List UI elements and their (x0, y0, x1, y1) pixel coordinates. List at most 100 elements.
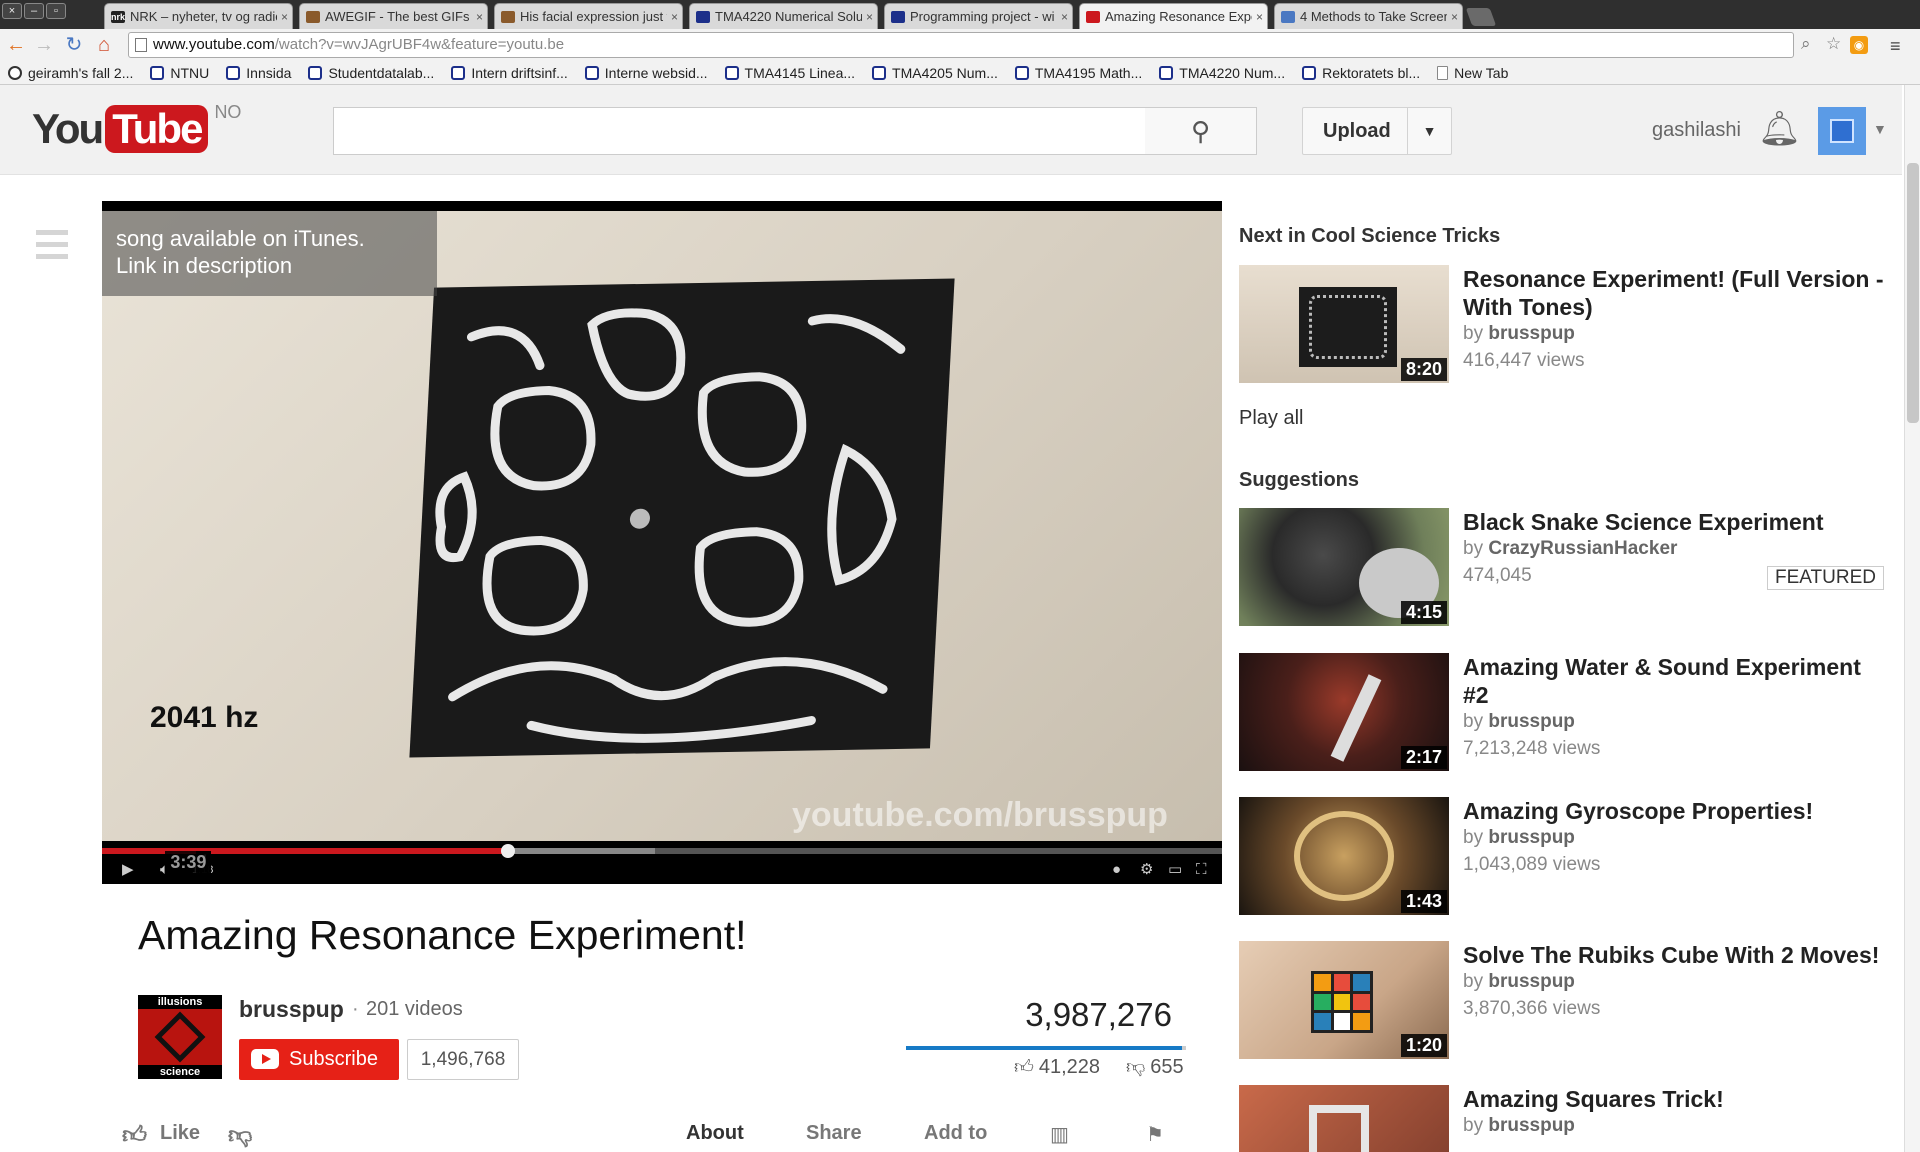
window-minimize-button[interactable]: – (24, 3, 44, 19)
video-title[interactable]: Amazing Gyroscope Properties! (1463, 797, 1889, 825)
suggestion-item[interactable]: 2:17 Amazing Water & Sound Experiment #2… (1239, 653, 1889, 771)
video-thumbnail[interactable]: 4:15 (1239, 508, 1449, 626)
avatar[interactable] (1818, 107, 1866, 155)
tab-close-icon[interactable]: × (476, 10, 483, 24)
video-channel[interactable]: brusspup (1488, 323, 1575, 344)
rss-icon[interactable]: ◉ (1850, 36, 1868, 54)
suggestion-item[interactable]: 4:15 Black Snake Science Experiment by C… (1239, 508, 1889, 626)
upload-button[interactable]: Upload (1323, 108, 1391, 154)
notifications-bell-icon[interactable]: 🔔︎ (1758, 111, 1801, 147)
channel-video-count[interactable]: 201 videos (366, 998, 463, 1021)
forward-arrow-icon[interactable]: → (32, 33, 56, 57)
upload-dropdown-icon[interactable]: ▼ (1407, 108, 1451, 154)
tab-share[interactable]: Share (806, 1122, 862, 1145)
tab-close-icon[interactable]: × (281, 10, 288, 24)
video-channel[interactable]: brusspup (1488, 711, 1575, 732)
browser-tab[interactable]: Amazing Resonance Expe × (1079, 3, 1268, 29)
bookmark-item[interactable]: geiramh's fall 2... (8, 65, 133, 81)
guide-menu-icon[interactable] (36, 230, 68, 266)
search-input[interactable] (334, 108, 1146, 154)
browser-menu-icon[interactable]: ≡ (1890, 36, 1901, 57)
video-channel[interactable]: brusspup (1488, 1115, 1575, 1136)
video-thumbnail[interactable]: 2:17 (1239, 653, 1449, 771)
suggestion-item[interactable]: 1:43 Amazing Gyroscope Properties! by br… (1239, 797, 1889, 915)
window-maximize-button[interactable]: ▫ (46, 3, 66, 19)
video-annotation[interactable]: song available on iTunes. Link in descri… (102, 211, 437, 296)
dislike-count-group[interactable]: 👎︎ 655 (1126, 1056, 1184, 1079)
window-close-button[interactable]: × (2, 3, 22, 19)
next-playlist-heading[interactable]: Next in Cool Science Tricks (1239, 225, 1500, 248)
settings-gear-icon[interactable]: ⚙ (1140, 861, 1153, 879)
page-scrollbar[interactable] (1904, 85, 1920, 1152)
video-title[interactable]: Amazing Water & Sound Experiment #2 (1463, 653, 1889, 709)
dislike-thumb-icon[interactable]: 👎︎ (228, 1122, 252, 1150)
video-thumbnail[interactable]: 1:20 (1239, 941, 1449, 1059)
video-title[interactable]: Solve The Rubiks Cube With 2 Moves! (1463, 941, 1889, 969)
tab-close-icon[interactable]: × (1061, 10, 1068, 24)
bookmark-item[interactable]: Intern driftsinf... (451, 65, 568, 81)
tab-close-icon[interactable]: × (1256, 10, 1263, 24)
bookmark-item[interactable]: Interne websid... (584, 65, 708, 81)
bookmark-star-icon[interactable]: ☆ (1826, 32, 1841, 56)
username[interactable]: gashilashi (1652, 119, 1741, 142)
browser-tab[interactable]: AWEGIF - The best GIFs on × (299, 3, 488, 29)
like-count-group[interactable]: 👍︎ 41,228 (1014, 1056, 1100, 1079)
bookmark-item[interactable]: NTNU (150, 65, 209, 81)
zoom-search-icon[interactable]: ⌕ (1801, 32, 1811, 56)
stats-icon[interactable]: ▥ (1050, 1122, 1069, 1147)
bookmark-item[interactable]: TMA4205 Num... (872, 65, 998, 81)
browser-tab[interactable]: 4 Methods to Take Screen × (1274, 3, 1463, 29)
annotations-icon[interactable]: ● (1112, 861, 1121, 879)
suggestion-item[interactable]: 1:20 Solve The Rubiks Cube With 2 Moves!… (1239, 941, 1889, 1059)
like-button[interactable]: Like (160, 1122, 200, 1145)
play-all-link[interactable]: Play all (1239, 407, 1303, 430)
video-channel[interactable]: CrazyRussianHacker (1488, 538, 1677, 559)
home-icon[interactable]: ⌂ (92, 33, 116, 57)
next-video-item[interactable]: 8:20 Resonance Experiment! (Full Version… (1239, 265, 1889, 383)
browser-tab[interactable]: His facial expression just t × (494, 3, 683, 29)
bookmark-item[interactable]: Rektoratets bl... (1302, 65, 1420, 81)
bookmark-item[interactable]: TMA4220 Num... (1159, 65, 1285, 81)
new-tab-button[interactable] (1465, 8, 1497, 26)
video-title[interactable]: Resonance Experiment! (Full Version - Wi… (1463, 265, 1889, 321)
video-frame[interactable]: song available on iTunes. Link in descri… (102, 211, 1222, 841)
tab-add-to[interactable]: Add to (924, 1122, 987, 1145)
subscribe-button[interactable]: Subscribe (239, 1039, 399, 1080)
scrollbar-thumb[interactable] (1907, 163, 1919, 423)
tab-close-icon[interactable]: × (671, 10, 678, 24)
progress-bar[interactable] (102, 848, 1222, 854)
video-title[interactable]: Black Snake Science Experiment (1463, 508, 1889, 536)
bookmark-item[interactable]: TMA4195 Math... (1014, 65, 1142, 81)
video-thumbnail[interactable] (1239, 1085, 1449, 1152)
bookmark-item[interactable]: New Tab (1437, 65, 1508, 81)
browser-tab[interactable]: Programming project - wi × (884, 3, 1073, 29)
search-button[interactable]: ⚲ (1145, 107, 1257, 155)
video-thumbnail[interactable]: 1:43 (1239, 797, 1449, 915)
youtube-logo[interactable]: You Tube NO (32, 102, 241, 153)
video-player[interactable]: song available on iTunes. Link in descri… (102, 201, 1222, 884)
browser-tab[interactable]: TMA4220 Numerical Soluti × (689, 3, 878, 29)
channel-thumbnail[interactable]: illusions science (138, 995, 222, 1079)
fullscreen-icon[interactable]: ⛶ (1196, 861, 1207, 879)
reload-icon[interactable]: ↻ (62, 33, 86, 57)
address-bar[interactable]: www.youtube.com/watch?v=wvJAgrUBF4w&feat… (128, 32, 1841, 58)
video-channel[interactable]: brusspup (1488, 971, 1575, 992)
account-caret-icon[interactable]: ▼ (1873, 121, 1887, 137)
tab-about[interactable]: About (686, 1122, 744, 1145)
report-flag-icon[interactable]: ⚑ (1146, 1122, 1164, 1147)
suggestion-item[interactable]: Amazing Squares Trick! by brusspup (1239, 1085, 1889, 1152)
video-channel[interactable]: brusspup (1488, 827, 1575, 848)
video-thumbnail[interactable]: 8:20 (1239, 265, 1449, 383)
back-arrow-icon[interactable]: ← (4, 33, 28, 57)
browser-tab[interactable]: nrk NRK – nyheter, tv og radio × (104, 3, 293, 29)
bookmark-item[interactable]: TMA4145 Linea... (724, 65, 855, 81)
tab-close-icon[interactable]: × (1451, 10, 1458, 24)
video-title[interactable]: Amazing Squares Trick! (1463, 1085, 1889, 1113)
play-icon[interactable]: ▶ (122, 861, 134, 879)
tab-close-icon[interactable]: × (866, 10, 873, 24)
like-thumb-icon[interactable]: 👍︎ (122, 1122, 147, 1150)
bookmark-item[interactable]: Innsida (226, 65, 291, 81)
bookmark-item[interactable]: Studentdatalab... (308, 65, 434, 81)
theater-mode-icon[interactable]: ▭ (1168, 861, 1182, 879)
channel-name[interactable]: brusspup (239, 996, 344, 1023)
